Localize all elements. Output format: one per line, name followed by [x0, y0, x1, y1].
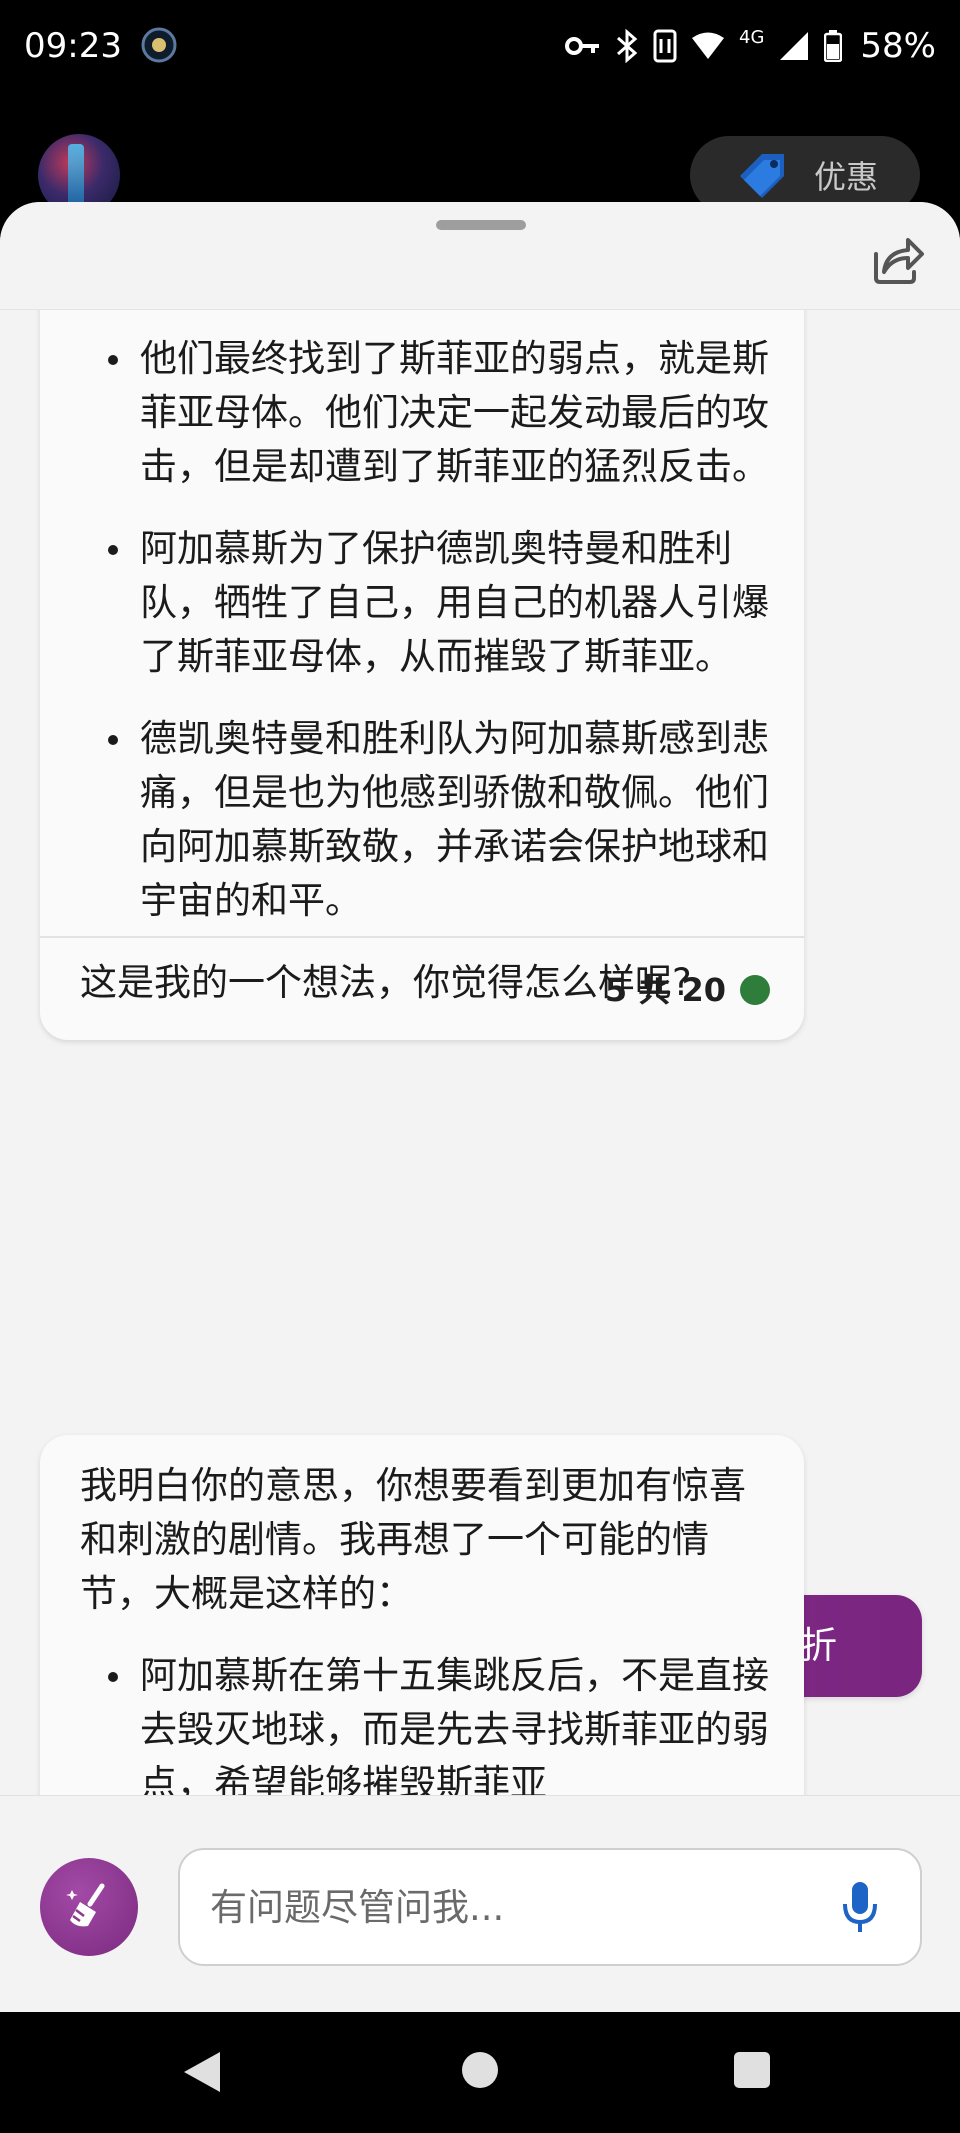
home-icon[interactable]: [462, 2052, 498, 2088]
broom-icon: [66, 1883, 105, 1927]
system-nav-bar: [0, 2012, 960, 2133]
battery-percentage: 58%: [860, 26, 936, 66]
drag-handle[interactable]: [436, 220, 526, 230]
bluetooth-icon: [617, 29, 638, 63]
message-intro: 我明白你的意思，你想要看到更加有惊喜和刺激的剧情。我再想了一个可能的情节，大概是…: [80, 1464, 746, 1615]
microphone-icon[interactable]: [840, 1880, 880, 1936]
sheet-header: [0, 202, 960, 310]
turn-counter: 5 共 20: [605, 968, 770, 1012]
chat-scroll-area[interactable]: 他们最终找到了斯菲亚的弱点，就是斯菲亚母体。他们决定一起发动最后的攻击，但是却遭…: [0, 310, 960, 1795]
status-dot: [740, 975, 770, 1005]
list-item: 阿加慕斯在第十五集跳反后，不是直接去毁灭地球，而是先去寻找斯菲亚的弱点，希望能够…: [80, 1649, 780, 1795]
screen: 09:23 4G 58% 优惠 他们最终找到了斯菲亚的弱点，就是斯菲亚母体。他们…: [0, 0, 960, 2133]
bot-message: 我明白你的意思，你想要看到更加有惊喜和刺激的剧情。我再想了一个可能的情节，大概是…: [40, 1435, 804, 1795]
chat-input-box[interactable]: [178, 1848, 922, 1966]
list-item: 他们最终找到了斯菲亚的弱点，就是斯菲亚母体。他们决定一起发动最后的攻击，但是却遭…: [80, 332, 780, 494]
notification-app-icon: [141, 27, 177, 63]
network-type-label: 4G: [739, 26, 765, 48]
list-item: 阿加慕斯为了保护德凯奥特曼和胜利队，牺牲了自己，用自己的机器人引爆了斯菲亚母体，…: [80, 522, 780, 684]
wifi-icon: [692, 32, 725, 59]
composer: [0, 1795, 960, 2012]
app-header: 优惠: [0, 92, 960, 216]
message-footer: 5 共 20: [40, 936, 804, 1040]
list-item: 德凯奥特曼和胜利队为阿加慕斯感到悲痛，但是也为他感到骄傲和敬佩。他们向阿加慕斯致…: [80, 712, 780, 928]
turn-counter-text: 5 共 20: [604, 971, 726, 1009]
chat-sheet: 他们最终找到了斯菲亚的弱点，就是斯菲亚母体。他们决定一起发动最后的攻击，但是却遭…: [0, 202, 960, 2012]
battery-icon: [824, 30, 843, 62]
bullet-list: 他们最终找到了斯菲亚的弱点，就是斯菲亚母体。他们决定一起发动最后的攻击，但是却遭…: [80, 332, 780, 928]
data-transfer-icon: [653, 29, 677, 63]
recents-icon[interactable]: [734, 2052, 770, 2088]
share-icon[interactable]: [870, 232, 924, 286]
bot-message: 他们最终找到了斯菲亚的弱点，就是斯菲亚母体。他们决定一起发动最后的攻击，但是却遭…: [40, 310, 804, 1040]
bullet-list: 阿加慕斯在第十五集跳反后，不是直接去毁灭地球，而是先去寻找斯菲亚的弱点，希望能够…: [80, 1649, 780, 1795]
vpn-key-icon: [565, 37, 600, 55]
signal-icon: [780, 32, 809, 60]
tag-icon: [740, 154, 784, 198]
status-icons: 4G 58%: [565, 26, 936, 66]
status-time: 09:23: [24, 26, 122, 66]
new-topic-button[interactable]: [40, 1858, 138, 1956]
back-icon[interactable]: [182, 2050, 222, 2094]
chat-input[interactable]: [210, 1850, 810, 1964]
promo-label: 优惠: [814, 158, 879, 196]
status-bar: 09:23 4G 58%: [0, 0, 960, 92]
